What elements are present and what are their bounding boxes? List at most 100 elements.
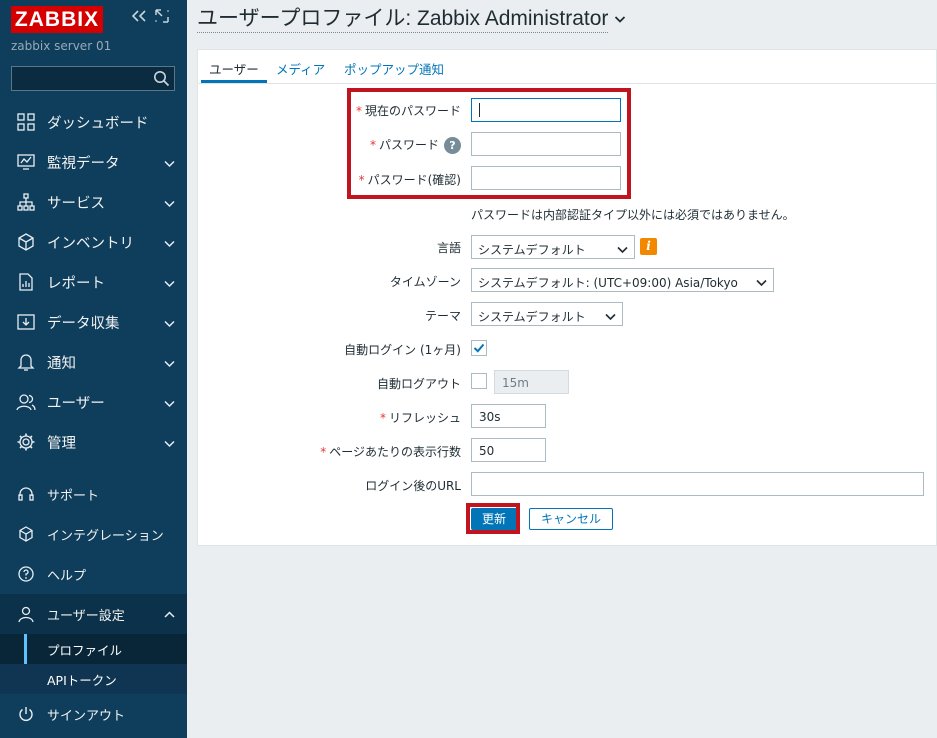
active-tab-indicator [201, 80, 267, 83]
menu-item-help[interactable]: ヘルプ [0, 554, 187, 594]
chevron-down-icon [164, 356, 175, 372]
chevron-down-icon [164, 316, 175, 332]
menu-label: ユーザー [47, 395, 105, 412]
server-name: zabbix server 01 [11, 39, 112, 53]
monitoring-icon [14, 150, 38, 174]
menu-label: サービス [47, 195, 105, 212]
menu-item-support[interactable]: サポート [0, 474, 187, 514]
info-icon[interactable]: i [640, 238, 657, 255]
timezone-value: システムデフォルト: (UTC+09:00) Asia/Tokyo [478, 276, 738, 290]
user-settings-submenu: プロファイル APIトークン [0, 634, 187, 694]
page-title[interactable]: ユーザープロファイル: Zabbix Administrator [197, 7, 609, 33]
menu-item-services[interactable]: サービス [0, 182, 187, 222]
menu-item-alerts[interactable]: 通知 [0, 342, 187, 382]
menu-label: インテグレーション [47, 528, 164, 544]
current-password-input[interactable] [471, 98, 621, 122]
menu-item-inventory[interactable]: インベントリ [0, 222, 187, 262]
chevron-up-icon [164, 608, 175, 623]
tab-bar: ユーザー メディア ポップアップ通知 [198, 50, 936, 84]
menu-label: 通知 [47, 355, 76, 372]
help-icon [14, 562, 38, 586]
language-select[interactable]: システムデフォルト [471, 235, 635, 259]
users-icon [14, 390, 38, 414]
chevron-down-icon [605, 310, 616, 324]
menu-item-integrations[interactable]: インテグレーション [0, 514, 187, 554]
menu-label: ダッシュボード [47, 115, 149, 132]
menu-item-user-settings[interactable]: ユーザー設定 [0, 594, 187, 634]
menu-label: レポート [47, 275, 105, 292]
menu-item-sign-out[interactable]: サインアウト [0, 694, 187, 734]
password-input[interactable] [471, 132, 621, 156]
kiosk-mode-icon[interactable] [155, 9, 169, 26]
cancel-button[interactable]: キャンセル [529, 508, 613, 530]
dashboard-icon [14, 110, 38, 134]
password-confirm-input[interactable] [471, 166, 621, 190]
theme-value: システムデフォルト [478, 310, 586, 324]
zabbix-logo[interactable]: ZABBIX [11, 6, 103, 33]
menu-label: ユーザー設定 [47, 608, 125, 624]
page-header: ユーザープロファイル: Zabbix Administrator [197, 5, 626, 35]
menu-item-dashboard[interactable]: ダッシュボード [0, 102, 187, 142]
menu-item-reports[interactable]: レポート [0, 262, 187, 302]
chevron-down-icon [164, 196, 175, 212]
menu-item-administration[interactable]: 管理 [0, 422, 187, 462]
help-icon[interactable]: ? [444, 137, 461, 154]
url-after-login-input[interactable] [471, 472, 924, 496]
tab-popup-notifications[interactable]: ポップアップ通知 [344, 59, 444, 78]
tab-user[interactable]: ユーザー [209, 59, 259, 78]
password-hint: パスワードは内部認証タイプ以外には必須ではありません。 [471, 208, 795, 222]
chevron-down-icon[interactable] [614, 13, 626, 27]
menu-label: サインアウト [47, 708, 126, 724]
theme-label: テーマ [424, 309, 461, 323]
autologin-label: 自動ログイン (1ヶ月) [344, 343, 461, 357]
submenu-item-api-tokens[interactable]: APIトークン [0, 664, 187, 694]
support-icon [14, 482, 38, 506]
refresh-label: * リフレッシュ [379, 411, 461, 425]
rows-per-page-label: * ページあたりの表示行数 [320, 445, 461, 459]
checkmark-icon [473, 343, 485, 353]
submenu-item-profile[interactable]: プロファイル [0, 634, 187, 664]
search-icon[interactable] [153, 70, 170, 90]
chevron-down-icon [164, 436, 175, 452]
chevron-down-icon [617, 243, 628, 257]
rows-per-page-input[interactable]: 50 [471, 438, 546, 462]
timezone-select[interactable]: システムデフォルト: (UTC+09:00) Asia/Tokyo [471, 268, 774, 292]
tab-media[interactable]: メディア [276, 59, 325, 78]
menu-item-users[interactable]: ユーザー [0, 382, 187, 422]
sidebar: ZABBIX zabbix server 01 ダッシュボード 監視データ サー… [0, 0, 187, 738]
inventory-icon [14, 230, 38, 254]
language-value: システムデフォルト [478, 243, 586, 257]
menu-item-data-collection[interactable]: データ収集 [0, 302, 187, 342]
menu-item-monitoring[interactable]: 監視データ [0, 142, 187, 182]
timezone-label: タイムゾーン [389, 275, 461, 289]
chevron-down-icon [164, 396, 175, 412]
data-collection-icon [14, 310, 38, 334]
chevron-down-icon [164, 156, 175, 172]
autologout-checkbox[interactable] [471, 373, 487, 389]
menu-label: ヘルプ [47, 568, 87, 584]
alerts-icon [14, 350, 38, 374]
autologout-input: 15m [494, 370, 569, 394]
user-icon [14, 602, 38, 626]
menu-label: 管理 [47, 435, 76, 452]
update-button[interactable]: 更新 [471, 508, 517, 530]
main-menu: ダッシュボード 監視データ サービス インベントリ レポート データ収集 通知 … [0, 102, 187, 734]
current-password-label: * 現在のパスワード [355, 104, 461, 118]
autologin-checkbox[interactable] [471, 340, 487, 356]
collapse-sidebar-icon[interactable] [131, 9, 147, 26]
theme-select[interactable]: システムデフォルト [471, 302, 623, 326]
autologout-label: 自動ログアウト [376, 377, 461, 391]
password-confirm-label: * パスワード(確認) [358, 173, 461, 187]
reports-icon [14, 270, 38, 294]
services-icon [14, 190, 38, 214]
refresh-input[interactable]: 30s [471, 404, 546, 428]
sidebar-search-input[interactable] [11, 66, 175, 91]
power-icon [14, 702, 38, 726]
menu-label: インベントリ [47, 235, 134, 252]
url-after-login-label: ログイン後のURL [365, 479, 461, 493]
password-label: * パスワード? [370, 136, 461, 154]
menu-label: 監視データ [47, 155, 120, 172]
chevron-down-icon [164, 276, 175, 292]
chevron-down-icon [756, 276, 767, 290]
administration-icon [14, 430, 38, 454]
